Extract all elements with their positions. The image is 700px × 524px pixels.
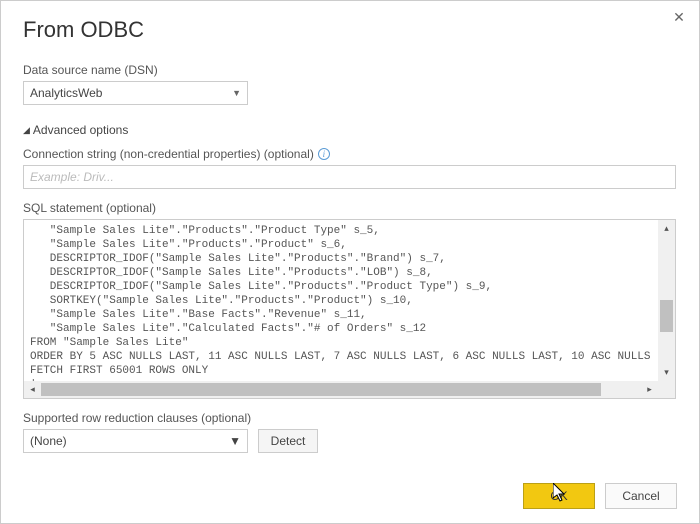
vertical-scrollbar[interactable]: ▴ ▾ (658, 220, 675, 381)
advanced-options-toggle[interactable]: ◢ Advanced options (23, 123, 677, 137)
dialog-footer: OK Cancel (523, 483, 677, 509)
info-icon[interactable]: i (318, 148, 330, 160)
scroll-up-arrow-icon[interactable]: ▴ (658, 220, 675, 237)
dsn-select[interactable]: AnalyticsWeb ▼ (23, 81, 248, 105)
scrollbar-corner (658, 381, 675, 398)
connection-string-input[interactable] (23, 165, 676, 189)
cancel-button[interactable]: Cancel (605, 483, 677, 509)
horizontal-scroll-thumb[interactable] (41, 383, 601, 396)
row-reduction-label: Supported row reduction clauses (optiona… (23, 411, 677, 425)
dsn-label: Data source name (DSN) (23, 63, 677, 77)
scroll-right-arrow-icon[interactable]: ▸ (641, 381, 658, 398)
scroll-left-arrow-icon[interactable]: ◂ (24, 381, 41, 398)
sql-textarea[interactable]: "Sample Sales Lite"."Products"."Product … (24, 220, 658, 381)
row-reduction-value: (None) (30, 434, 67, 448)
scroll-down-arrow-icon[interactable]: ▾ (658, 364, 675, 381)
ok-button[interactable]: OK (523, 483, 595, 509)
detect-button[interactable]: Detect (258, 429, 318, 453)
close-button[interactable]: ✕ (669, 7, 689, 27)
horizontal-scrollbar[interactable]: ◂ ▸ (24, 381, 658, 398)
advanced-options-label: Advanced options (33, 123, 128, 137)
collapse-triangle-icon: ◢ (23, 125, 30, 136)
dsn-value: AnalyticsWeb (30, 86, 102, 100)
connection-string-label: Connection string (non-credential proper… (23, 147, 677, 161)
row-reduction-select[interactable]: (None) ▼ (23, 429, 248, 453)
dialog-content: From ODBC Data source name (DSN) Analyti… (1, 1, 699, 453)
chevron-down-icon: ▼ (232, 88, 241, 98)
sql-label: SQL statement (optional) (23, 201, 677, 215)
chevron-down-icon: ▼ (229, 434, 241, 448)
vertical-scroll-thumb[interactable] (660, 300, 673, 332)
dialog-title: From ODBC (23, 17, 677, 43)
sql-textarea-container: "Sample Sales Lite"."Products"."Product … (23, 219, 676, 399)
